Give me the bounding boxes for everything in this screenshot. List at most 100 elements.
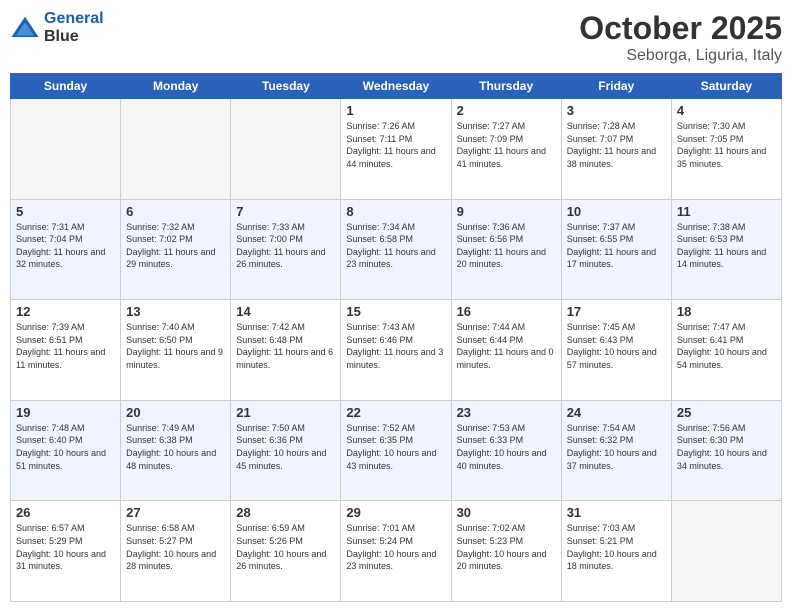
day-number: 22 <box>346 405 445 420</box>
week-row-2: 12 Sunrise: 7:39 AM Sunset: 6:51 PM Dayli… <box>11 300 782 401</box>
header-tuesday: Tuesday <box>231 74 341 99</box>
day-number: 21 <box>236 405 335 420</box>
day-info: Sunrise: 7:44 AM Sunset: 6:44 PM Dayligh… <box>457 321 556 371</box>
week-row-1: 5 Sunrise: 7:31 AM Sunset: 7:04 PM Daylig… <box>11 199 782 300</box>
day-number: 7 <box>236 204 335 219</box>
day-number: 24 <box>567 405 666 420</box>
calendar-cell: 10Sunrise: 7:37 AM Sunset: 6:55 PM Dayli… <box>561 199 671 300</box>
calendar-cell: 23 Sunrise: 7:53 AM Sunset: 6:33 PM Dayli… <box>451 400 561 501</box>
logo-line1: General <box>44 10 104 27</box>
calendar-cell: 22 Sunrise: 7:52 AM Sunset: 6:35 PM Dayli… <box>341 400 451 501</box>
day-info: Sunrise: 7:43 AM Sunset: 6:46 PM Dayligh… <box>346 321 445 371</box>
day-info: Sunrise: 7:56 AM Sunset: 6:30 PM Dayligh… <box>677 422 776 472</box>
calendar-cell <box>121 99 231 200</box>
calendar-cell <box>231 99 341 200</box>
day-number: 4 <box>677 103 776 118</box>
week-row-3: 19 Sunrise: 7:48 AM Sunset: 6:40 PM Dayli… <box>11 400 782 501</box>
calendar-cell: 2Sunrise: 7:27 AM Sunset: 7:09 PM Daylig… <box>451 99 561 200</box>
day-number: 15 <box>346 304 445 319</box>
calendar-cell: 26Sunrise: 6:57 AM Sunset: 5:29 PM Dayli… <box>11 501 121 602</box>
calendar-cell <box>11 99 121 200</box>
title-block: October 2025 Seborga, Liguria, Italy <box>579 10 782 65</box>
calendar-page: General Blue October 2025 Seborga, Ligur… <box>0 0 792 612</box>
day-number: 16 <box>457 304 556 319</box>
day-info: Sunrise: 7:40 AM Sunset: 6:50 PM Dayligh… <box>126 321 225 371</box>
day-info: Sunrise: 7:54 AM Sunset: 6:32 PM Dayligh… <box>567 422 666 472</box>
day-number: 23 <box>457 405 556 420</box>
day-info: Sunrise: 7:42 AM Sunset: 6:48 PM Dayligh… <box>236 321 335 371</box>
logo-text: General Blue <box>44 10 104 45</box>
logo: General Blue <box>10 10 104 45</box>
week-row-4: 26Sunrise: 6:57 AM Sunset: 5:29 PM Dayli… <box>11 501 782 602</box>
day-number: 1 <box>346 103 445 118</box>
main-title: October 2025 <box>579 10 782 47</box>
day-number: 31 <box>567 505 666 520</box>
day-info: Sunrise: 7:32 AM Sunset: 7:02 PM Dayligh… <box>126 221 225 271</box>
calendar-cell: 30Sunrise: 7:02 AM Sunset: 5:23 PM Dayli… <box>451 501 561 602</box>
day-number: 19 <box>16 405 115 420</box>
calendar-cell: 7 Sunrise: 7:33 AM Sunset: 7:00 PM Daylig… <box>231 199 341 300</box>
day-number: 11 <box>677 204 776 219</box>
day-number: 6 <box>126 204 225 219</box>
calendar-cell: 12 Sunrise: 7:39 AM Sunset: 6:51 PM Dayli… <box>11 300 121 401</box>
calendar-cell: 15 Sunrise: 7:43 AM Sunset: 6:46 PM Dayli… <box>341 300 451 401</box>
header-thursday: Thursday <box>451 74 561 99</box>
header-sunday: Sunday <box>11 74 121 99</box>
day-info: Sunrise: 7:45 AM Sunset: 6:43 PM Dayligh… <box>567 321 666 371</box>
day-info: Sunrise: 7:48 AM Sunset: 6:40 PM Dayligh… <box>16 422 115 472</box>
header-wednesday: Wednesday <box>341 74 451 99</box>
week-row-0: 1 Sunrise: 7:26 AM Sunset: 7:11 PM Daylig… <box>11 99 782 200</box>
day-number: 5 <box>16 204 115 219</box>
calendar-cell: 29Sunrise: 7:01 AM Sunset: 5:24 PM Dayli… <box>341 501 451 602</box>
day-info: Sunrise: 7:36 AM Sunset: 6:56 PM Dayligh… <box>457 221 556 271</box>
day-number: 14 <box>236 304 335 319</box>
calendar-cell: 1 Sunrise: 7:26 AM Sunset: 7:11 PM Daylig… <box>341 99 451 200</box>
day-number: 27 <box>126 505 225 520</box>
calendar-table: SundayMondayTuesdayWednesdayThursdayFrid… <box>10 73 782 602</box>
day-info: Sunrise: 7:38 AM Sunset: 6:53 PM Dayligh… <box>677 221 776 271</box>
calendar-cell: 8 Sunrise: 7:34 AM Sunset: 6:58 PM Daylig… <box>341 199 451 300</box>
calendar-cell: 24 Sunrise: 7:54 AM Sunset: 6:32 PM Dayli… <box>561 400 671 501</box>
calendar-cell: 14 Sunrise: 7:42 AM Sunset: 6:48 PM Dayli… <box>231 300 341 401</box>
day-info: Sunrise: 7:27 AM Sunset: 7:09 PM Dayligh… <box>457 120 556 170</box>
day-info: Sunrise: 7:26 AM Sunset: 7:11 PM Dayligh… <box>346 120 445 170</box>
logo-line2: Blue <box>44 28 104 46</box>
day-number: 8 <box>346 204 445 219</box>
day-number: 18 <box>677 304 776 319</box>
day-info: Sunrise: 7:39 AM Sunset: 6:51 PM Dayligh… <box>16 321 115 371</box>
day-number: 30 <box>457 505 556 520</box>
day-info: Sunrise: 7:28 AM Sunset: 7:07 PM Dayligh… <box>567 120 666 170</box>
calendar-cell: 18 Sunrise: 7:47 AM Sunset: 6:41 PM Dayli… <box>671 300 781 401</box>
day-number: 12 <box>16 304 115 319</box>
day-info: Sunrise: 7:31 AM Sunset: 7:04 PM Dayligh… <box>16 221 115 271</box>
day-info: Sunrise: 6:58 AM Sunset: 5:27 PM Dayligh… <box>126 522 225 572</box>
calendar-cell: 27 Sunrise: 6:58 AM Sunset: 5:27 PM Dayli… <box>121 501 231 602</box>
day-info: Sunrise: 6:59 AM Sunset: 5:26 PM Dayligh… <box>236 522 335 572</box>
calendar-cell: 9Sunrise: 7:36 AM Sunset: 6:56 PM Daylig… <box>451 199 561 300</box>
day-number: 20 <box>126 405 225 420</box>
day-number: 28 <box>236 505 335 520</box>
calendar-cell: 19 Sunrise: 7:48 AM Sunset: 6:40 PM Dayli… <box>11 400 121 501</box>
day-number: 17 <box>567 304 666 319</box>
logo-icon <box>10 13 40 43</box>
calendar-cell: 5 Sunrise: 7:31 AM Sunset: 7:04 PM Daylig… <box>11 199 121 300</box>
calendar-cell: 13Sunrise: 7:40 AM Sunset: 6:50 PM Dayli… <box>121 300 231 401</box>
day-number: 26 <box>16 505 115 520</box>
calendar-cell: 17 Sunrise: 7:45 AM Sunset: 6:43 PM Dayli… <box>561 300 671 401</box>
header-row: SundayMondayTuesdayWednesdayThursdayFrid… <box>11 74 782 99</box>
day-info: Sunrise: 7:47 AM Sunset: 6:41 PM Dayligh… <box>677 321 776 371</box>
day-number: 3 <box>567 103 666 118</box>
day-info: Sunrise: 7:03 AM Sunset: 5:21 PM Dayligh… <box>567 522 666 572</box>
calendar-cell: 31 Sunrise: 7:03 AM Sunset: 5:21 PM Dayli… <box>561 501 671 602</box>
day-info: Sunrise: 7:49 AM Sunset: 6:38 PM Dayligh… <box>126 422 225 472</box>
day-info: Sunrise: 7:01 AM Sunset: 5:24 PM Dayligh… <box>346 522 445 572</box>
day-info: Sunrise: 7:52 AM Sunset: 6:35 PM Dayligh… <box>346 422 445 472</box>
header-monday: Monday <box>121 74 231 99</box>
calendar-cell: 4Sunrise: 7:30 AM Sunset: 7:05 PM Daylig… <box>671 99 781 200</box>
day-info: Sunrise: 7:53 AM Sunset: 6:33 PM Dayligh… <box>457 422 556 472</box>
calendar-cell: 21Sunrise: 7:50 AM Sunset: 6:36 PM Dayli… <box>231 400 341 501</box>
calendar-cell: 25Sunrise: 7:56 AM Sunset: 6:30 PM Dayli… <box>671 400 781 501</box>
day-info: Sunrise: 7:33 AM Sunset: 7:00 PM Dayligh… <box>236 221 335 271</box>
calendar-cell: 3 Sunrise: 7:28 AM Sunset: 7:07 PM Daylig… <box>561 99 671 200</box>
day-info: Sunrise: 7:34 AM Sunset: 6:58 PM Dayligh… <box>346 221 445 271</box>
